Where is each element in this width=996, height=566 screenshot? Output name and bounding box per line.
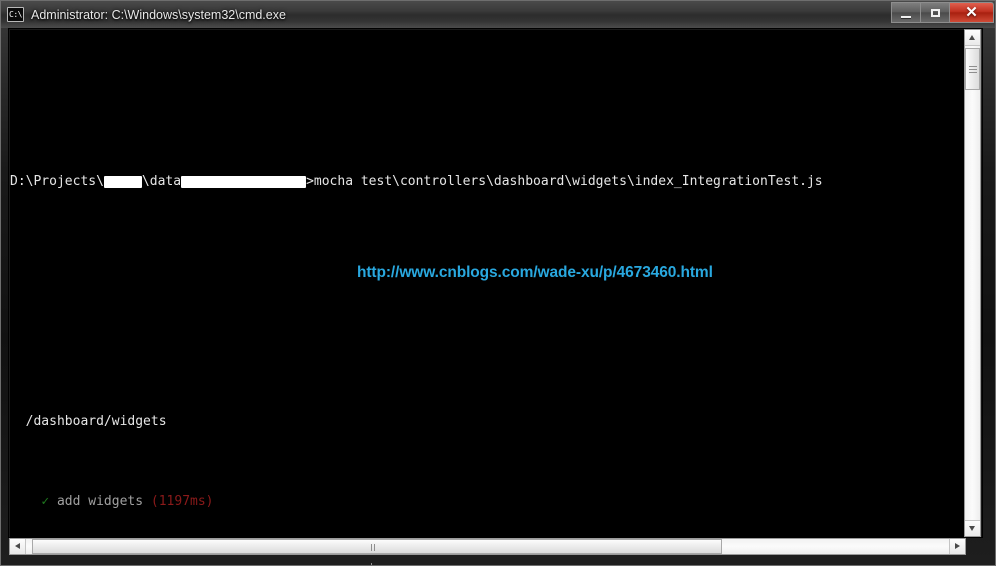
scroll-down-button[interactable] [965,520,980,536]
vertical-scrollbar-thumb[interactable] [965,48,980,90]
scroll-right-button[interactable] [949,539,965,554]
window-controls: ✕ [891,2,994,23]
command-text: mocha test\controllers\dashboard\widgets… [313,174,823,189]
minimize-button[interactable] [891,2,920,23]
cmd-icon [7,7,24,22]
vertical-scrollbar[interactable] [964,29,981,537]
chevron-up-icon [969,35,975,40]
scrollbar-grip-icon [371,544,379,565]
horizontal-scrollbar-thumb[interactable] [32,539,722,565]
close-icon: ✕ [965,4,978,21]
chevron-left-icon [15,543,20,549]
window-title: Administrator: C:\Windows\system32\cmd.e… [31,7,286,22]
chevron-right-icon [955,543,960,549]
close-button[interactable]: ✕ [949,2,994,23]
horizontal-scrollbar[interactable] [9,538,966,565]
chevron-down-icon [969,526,975,531]
command-line: D:\Projects\ \data >mocha test\controllers… [10,174,823,190]
scroll-up-button[interactable] [965,30,980,46]
redaction-block-1 [103,175,142,188]
command-prompt-suffix: > [306,174,314,189]
test-duration: (1197ms) [150,494,214,509]
check-icon: ✓ [41,494,50,509]
terminal-text: D:\Projects\ \data >mocha test\controllers… [10,30,823,538]
command-prompt-middle: \data [141,174,182,189]
console-output-area[interactable]: D:\Projects\ \data >mocha test\controllers… [9,29,967,538]
redaction-block-2 [181,175,307,188]
maximize-button[interactable] [920,2,949,23]
suite-root-label: /dashboard/widgets [25,414,167,429]
title-bar[interactable]: Administrator: C:\Windows\system32\cmd.e… [1,1,995,28]
test-row: ✓ add widgets (1197ms) [10,494,823,510]
test-name: add widgets [56,494,144,509]
scroll-left-button[interactable] [10,539,26,554]
cmd-window: Administrator: C:\Windows\system32\cmd.e… [0,0,996,566]
command-prompt-prefix: D:\Projects\ [10,174,104,189]
suite-root-line: /dashboard/widgets [10,414,823,430]
scrollbar-grip-icon [969,66,977,73]
url-watermark: http://www.cnblogs.com/wade-xu/p/4673460… [357,264,713,281]
